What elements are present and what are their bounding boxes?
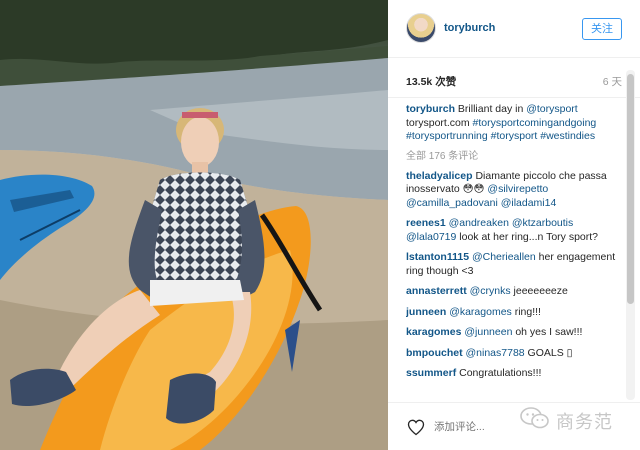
comment-text-2: ring!!! — [511, 305, 541, 318]
scrollbar-thumb[interactable] — [627, 74, 634, 304]
comment-text: Congratulations!!! — [456, 367, 542, 379]
comment-username[interactable]: reenes1 — [406, 217, 446, 229]
follow-button[interactable]: 关注 — [582, 18, 622, 40]
comment-item: theladyalicep Diamante piccolo che passa… — [406, 170, 624, 211]
comment-mentions[interactable]: @Cherieallen — [472, 251, 536, 263]
comment-username[interactable]: junneen — [406, 306, 446, 318]
comment-item: karagomes @junneen oh yes I saw!!! — [406, 326, 624, 340]
watermark: 商务范 — [520, 404, 632, 434]
comment-username[interactable]: karagomes — [406, 326, 461, 338]
heart-icon[interactable] — [406, 417, 426, 437]
comment-text-2: jeeeeeeeze — [510, 285, 568, 297]
comment-username[interactable]: ssummerf — [406, 367, 456, 379]
avatar[interactable] — [406, 13, 436, 43]
comment-mentions[interactable]: @karagomes — [449, 306, 512, 318]
username-link[interactable]: toryburch — [444, 22, 495, 34]
comment-username[interactable]: bmpouchet — [406, 347, 463, 359]
comment-mentions[interactable]: @junneen — [464, 326, 512, 338]
view-all-comments-link[interactable]: 全部 176 条评论 — [406, 147, 624, 162]
post-stats: 13.5k 次赞 6 天 — [388, 58, 640, 98]
comment-text-2: GOALS ▯ — [524, 346, 573, 359]
comment-item: annasterrett @crynks jeeeeeeeze — [406, 285, 624, 299]
comment-mentions[interactable]: @ninas7788 — [466, 347, 525, 359]
comment-text-2: oh yes I saw!!! — [512, 326, 583, 338]
post-header: toryburch 关注 — [388, 0, 640, 58]
post-side-panel: toryburch 关注 13.5k 次赞 6 天 toryburch Bril… — [388, 0, 640, 450]
watermark-text: 商务范 — [556, 412, 613, 432]
caption: toryburch Brilliant day in @torysport to… — [406, 103, 624, 144]
comment-item: bmpouchet @ninas7788 GOALS ▯ — [406, 347, 624, 361]
comment-list[interactable]: toryburch Brilliant day in @torysport to… — [406, 103, 624, 400]
post-time[interactable]: 6 天 — [603, 74, 622, 89]
comment-username[interactable]: lstanton1115 — [406, 251, 469, 263]
comment-text-2: look at her ring...n Tory sport? — [456, 230, 599, 243]
scrollbar[interactable] — [626, 70, 635, 400]
caption-text-2: torysport.com — [406, 116, 473, 129]
comment-mentions[interactable]: @crynks — [470, 285, 511, 297]
like-count[interactable]: 13.5k 次赞 — [406, 74, 456, 89]
caption-mention[interactable]: @torysport — [526, 103, 578, 115]
wechat-logo-icon — [520, 407, 549, 429]
comment-username[interactable]: theladyalicep — [406, 170, 473, 182]
comment-item: reenes1 @andreaken @ktzarboutis @lala071… — [406, 217, 624, 244]
comment-username[interactable]: annasterrett — [406, 285, 467, 297]
comment-item: lstanton1115 @Cherieallen her engagement… — [406, 251, 624, 278]
caption-text: Brilliant day in — [455, 103, 527, 115]
comment-item: ssummerf Congratulations!!! — [406, 367, 624, 381]
post-photo — [0, 0, 388, 450]
post-photo-illustration — [0, 0, 388, 450]
comment-item: junneen @karagomes ring!!! — [406, 306, 624, 320]
caption-username[interactable]: toryburch — [406, 103, 455, 115]
